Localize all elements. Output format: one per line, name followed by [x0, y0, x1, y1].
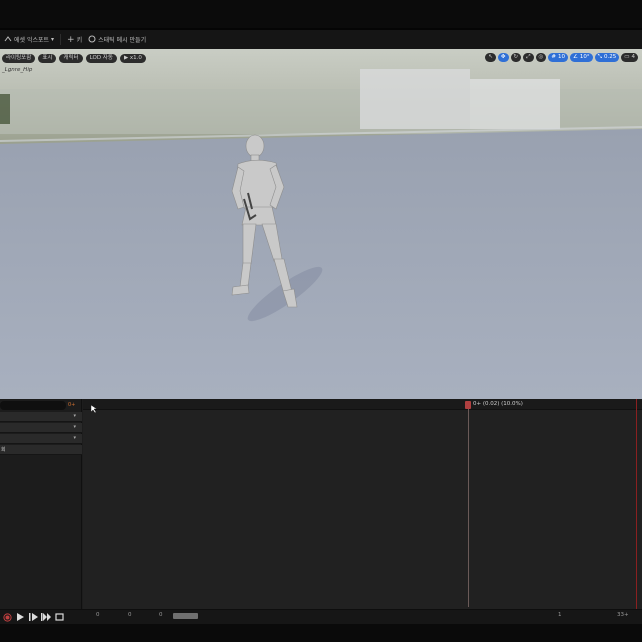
- globe-icon: ◎: [538, 54, 544, 60]
- plus-icon: +: [67, 34, 75, 45]
- scale-snap-value: 0.25: [604, 54, 617, 60]
- playhead-time-label: 0+ (0.02) (10.0%): [473, 401, 523, 407]
- scale-snap-button[interactable]: ⤡ 0.25: [594, 53, 620, 62]
- rotate-mode-button[interactable]: ↻: [510, 53, 522, 62]
- viewport-right-controls: ↖ ✥ ↻ ⤢ ◎ # 10 ∠ 10° ⤡ 0.25 ▭ 4: [485, 53, 638, 62]
- chevron-down-icon: ▾: [73, 435, 76, 441]
- add-key-button[interactable]: + 키: [67, 35, 82, 45]
- track-list-panel: 0+ ▾ ▾ ▾ 회: [0, 399, 82, 609]
- export-icon: [4, 35, 12, 45]
- title-bar: [0, 0, 642, 30]
- cursor-icon: ↖: [488, 54, 493, 60]
- make-static-mesh-label: 스태틱 메시 만들기: [98, 37, 147, 44]
- scale-snap-icon: ⤡: [597, 54, 603, 60]
- mouse-cursor-icon: [90, 404, 98, 416]
- transport-controls: [0, 612, 82, 622]
- animation-viewport[interactable]: 라이팅포함 표시 캐릭터 LOD 자동 ▶ x1.0 _Lgnre_Hip ↖ …: [0, 49, 642, 399]
- frame-end-label: 33+: [617, 612, 629, 618]
- world-space-button[interactable]: ◎: [535, 53, 547, 62]
- play-icon: ▶: [123, 54, 129, 61]
- frame-start-label: 0: [96, 612, 100, 618]
- editor-toolbar: 에셋 익스포트 ▾ + 키 스태틱 메시 만들기: [0, 30, 642, 49]
- frame-c-label: 1: [558, 612, 562, 618]
- status-bar: [0, 624, 642, 642]
- grid-snap-button[interactable]: # 10: [548, 53, 568, 62]
- time-ruler[interactable]: [83, 399, 642, 410]
- static-mesh-icon: [88, 35, 96, 45]
- camera-speed-value: 4: [631, 54, 636, 60]
- lighting-pill[interactable]: 라이팅포함: [2, 53, 36, 63]
- track-row[interactable]: ▾: [0, 423, 82, 433]
- track-row[interactable]: ▾: [0, 412, 82, 422]
- track-row[interactable]: ▾: [0, 434, 82, 444]
- lod-pill[interactable]: LOD 자동: [85, 53, 117, 63]
- chevron-down-icon: ▾: [73, 413, 76, 419]
- make-static-mesh-button[interactable]: 스태틱 메시 만들기: [88, 35, 146, 45]
- select-mode-button[interactable]: ↖: [485, 53, 496, 62]
- playback-speed-label: x1.0: [129, 54, 142, 61]
- rotation-snap-value: 10°: [579, 54, 590, 60]
- step-forward-icon: [28, 613, 38, 621]
- rotate-icon: ↻: [513, 54, 519, 60]
- grid-icon: #: [551, 54, 556, 60]
- play-button[interactable]: [15, 612, 25, 622]
- frame-b-label: 0: [159, 612, 163, 618]
- move-mode-button[interactable]: ✥: [497, 53, 509, 62]
- loop-button[interactable]: [54, 612, 64, 622]
- end-marker-line[interactable]: [636, 399, 637, 609]
- track-label: 회: [1, 447, 6, 453]
- character-pill[interactable]: 캐릭터: [59, 53, 83, 63]
- move-icon: ✥: [500, 54, 506, 60]
- play-icon: [17, 613, 24, 621]
- step-forward-button[interactable]: [28, 612, 38, 622]
- add-key-label: 키: [76, 37, 83, 44]
- show-pill[interactable]: 표시: [38, 53, 57, 63]
- toolbar-divider: [60, 34, 62, 45]
- fast-forward-icon: [41, 613, 51, 621]
- timeline-area[interactable]: 0+ (0.02) (10.0%): [83, 399, 642, 609]
- camera-speed-button[interactable]: ▭ 4: [621, 53, 638, 62]
- track-row[interactable]: 회: [0, 445, 82, 455]
- loop-icon: [54, 613, 64, 621]
- fast-forward-button[interactable]: [41, 612, 51, 622]
- playback-speed-pill[interactable]: ▶ x1.0: [119, 53, 146, 63]
- angle-icon: ∠: [572, 54, 578, 60]
- scale-icon: ⤢: [526, 54, 531, 60]
- chevron-down-icon: ▾: [51, 36, 55, 43]
- playhead-handle[interactable]: [465, 401, 471, 409]
- export-asset-label: 에셋 익스포트: [14, 37, 50, 44]
- scale-mode-button[interactable]: ⤢: [523, 53, 534, 62]
- add-track-button[interactable]: 0+: [68, 401, 80, 410]
- rotation-snap-button[interactable]: ∠ 10°: [569, 53, 593, 62]
- chevron-down-icon: ▾: [73, 424, 76, 430]
- camera-icon: ▭: [624, 54, 630, 60]
- playhead-line: [468, 401, 469, 607]
- record-button[interactable]: [2, 612, 12, 622]
- grid-snap-value: 10: [557, 54, 565, 60]
- record-icon: [2, 612, 12, 622]
- track-search-input[interactable]: [0, 401, 66, 410]
- timeline-scrollbar[interactable]: [173, 613, 198, 619]
- frame-a-label: 0: [128, 612, 132, 618]
- asset-name-label: _Lgnre_Hip: [2, 67, 33, 73]
- export-asset-button[interactable]: 에셋 익스포트 ▾: [4, 35, 54, 45]
- sequencer-panel: 0+ ▾ ▾ ▾ 회 0+ (0.02) (10.0%): [0, 399, 642, 609]
- viewport-scene: [0, 49, 642, 399]
